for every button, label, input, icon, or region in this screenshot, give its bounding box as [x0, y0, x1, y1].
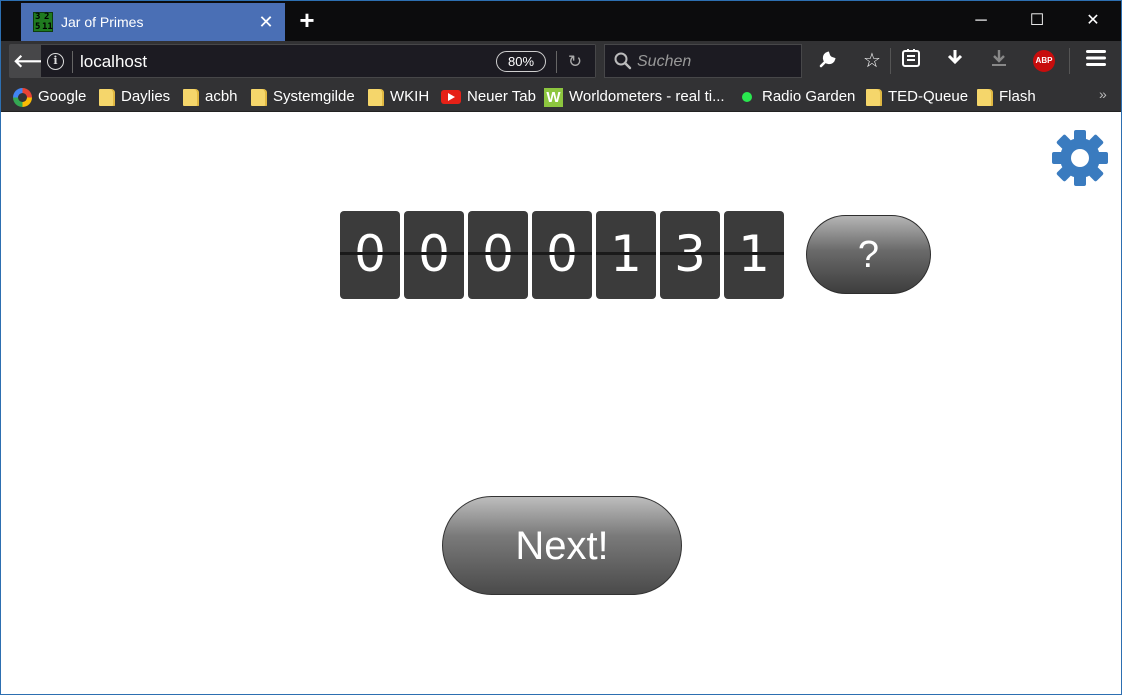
bookmark-wkih[interactable]: WKIH: [368, 87, 429, 107]
bookmark-label: Worldometers - real ti...: [569, 88, 725, 105]
tab-jar-of-primes[interactable]: 3 2 5 11 Jar of Primes ✕: [21, 3, 285, 41]
folder-icon: [99, 88, 115, 106]
site-info-icon[interactable]: i: [47, 53, 64, 70]
tab-strip: 3 2 5 11 Jar of Primes ✕ + ─ ☐ ✕: [1, 1, 1121, 41]
bookmark-daylies[interactable]: Daylies: [99, 87, 170, 107]
youtube-icon: [441, 90, 461, 105]
search-icon: [614, 52, 632, 70]
download-grey-icon[interactable]: [986, 48, 1012, 74]
folder-icon: [368, 88, 384, 106]
search-input[interactable]: Suchen: [604, 44, 802, 78]
adblock-plus-icon[interactable]: ABP: [1033, 50, 1055, 72]
folder-icon: [183, 88, 199, 106]
favicon-digit: 3: [35, 12, 41, 22]
counter-digit: 1: [596, 211, 656, 299]
bookmark-label: Radio Garden: [762, 88, 856, 105]
bookmark-radio-garden[interactable]: Radio Garden: [738, 87, 855, 107]
tab-close-icon[interactable]: ✕: [255, 11, 277, 33]
url-text[interactable]: localhost: [80, 52, 147, 72]
bookmark-ted-queue[interactable]: TED-Queue: [866, 87, 968, 107]
bookmark-label: WKIH: [390, 88, 430, 105]
worldometers-icon: W: [544, 87, 563, 107]
reader-list-icon[interactable]: [898, 48, 924, 74]
counter-digit: 1: [724, 211, 784, 299]
search-placeholder: Suchen: [637, 53, 692, 70]
jar-of-primes-favicon-icon: 3 2 5 11: [33, 12, 53, 32]
counter-digit: 0: [340, 211, 400, 299]
reload-icon[interactable]: ↻: [563, 50, 587, 74]
wrench-icon[interactable]: [815, 48, 841, 74]
address-field[interactable]: i localhost 80% ↻: [41, 45, 595, 77]
url-bar: 🡐 i localhost 80% ↻: [9, 44, 596, 78]
toolbar-divider: [890, 48, 891, 74]
settings-gear-icon[interactable]: [1051, 129, 1109, 187]
back-arrow-icon[interactable]: 🡐: [13, 50, 61, 72]
bookmark-label: TED-Queue: [888, 88, 969, 105]
page-content: 0 0 0 0 1 3 1 ? Next!: [1, 112, 1121, 694]
close-window-icon[interactable]: ✕: [1065, 1, 1121, 41]
counter-digit: 0: [532, 211, 592, 299]
navigation-bar: 🡐 i localhost 80% ↻ Suchen ☆ ABP: [1, 41, 1121, 81]
folder-icon: [866, 88, 882, 106]
favicon-digit: 5: [35, 22, 41, 32]
url-divider: [72, 51, 73, 73]
bookmark-label: Neuer Tab: [467, 88, 536, 105]
counter-digit: 3: [660, 211, 720, 299]
bookmark-worldometers[interactable]: W Worldometers - real ti...: [544, 87, 725, 107]
radio-garden-icon: [742, 92, 752, 103]
hamburger-menu-icon[interactable]: [1083, 48, 1109, 74]
maximize-icon[interactable]: ☐: [1009, 1, 1065, 41]
bookmark-flash[interactable]: Flash: [977, 87, 1036, 107]
favicon-digit: 2: [44, 12, 50, 22]
help-button[interactable]: ?: [806, 215, 931, 294]
bookmark-label: Flash: [999, 88, 1036, 105]
zoom-level-badge[interactable]: 80%: [496, 51, 546, 72]
toolbar-divider: [1069, 48, 1070, 74]
favicon-digit: 11: [42, 22, 53, 32]
google-icon: [13, 87, 32, 107]
bookmark-label: Google: [38, 88, 87, 105]
bookmarks-overflow-chevron-icon[interactable]: »: [1099, 86, 1107, 102]
bookmarks-bar: Google Daylies acbh Systemgilde WKIH Neu…: [1, 81, 1121, 112]
counter-digit: 0: [404, 211, 464, 299]
bookmark-neuer-tab[interactable]: Neuer Tab: [441, 87, 536, 107]
counter-digit: 0: [468, 211, 528, 299]
bookmark-systemgilde[interactable]: Systemgilde: [251, 87, 355, 107]
bookmark-label: acbh: [205, 88, 238, 105]
folder-icon: [977, 88, 993, 106]
folder-icon: [251, 88, 267, 106]
url-divider: [556, 51, 557, 73]
bookmark-label: Daylies: [121, 88, 171, 105]
bookmark-acbh[interactable]: acbh: [183, 87, 238, 107]
bookmark-star-icon[interactable]: ☆: [859, 48, 885, 74]
minimize-icon[interactable]: ─: [953, 1, 1009, 41]
next-button[interactable]: Next!: [442, 496, 682, 595]
new-tab-plus-icon[interactable]: +: [295, 7, 319, 33]
tab-title: Jar of Primes: [61, 14, 144, 30]
bookmark-google[interactable]: Google: [13, 87, 86, 107]
bookmark-label: Systemgilde: [273, 88, 355, 105]
download-icon[interactable]: [942, 48, 968, 74]
browser-window: 3 2 5 11 Jar of Primes ✕ + ─ ☐ ✕ 🡐 i loc…: [0, 0, 1122, 695]
